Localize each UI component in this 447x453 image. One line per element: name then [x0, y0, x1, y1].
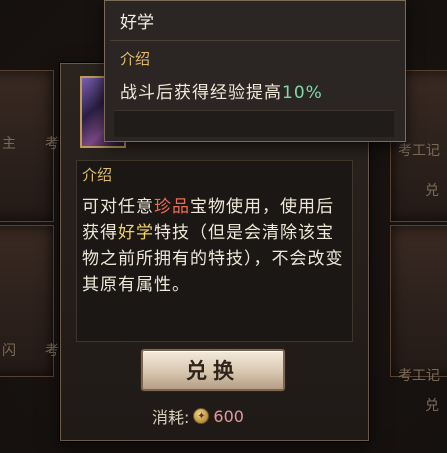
cost-row: 消耗: ✦ 600	[152, 404, 244, 428]
rarity-highlight: 珍品	[154, 197, 190, 217]
tooltip-title: 好学	[120, 13, 154, 33]
currency-coin-icon: ✦	[193, 408, 210, 424]
tooltip-text: 战斗后获得经验提高10%	[120, 83, 323, 103]
tooltip-header: 介绍	[120, 50, 151, 68]
slot-label: 兑	[425, 398, 439, 414]
cost-label: 消耗:	[152, 408, 190, 427]
skill-highlight: 好学	[118, 223, 154, 243]
slot-label: 考工记	[398, 143, 440, 159]
slot-label: 主	[2, 136, 16, 152]
cost-value: 600	[213, 406, 244, 426]
tooltip-percent: 10%	[282, 83, 323, 103]
tooltip-divider	[110, 40, 400, 41]
description-header: 介绍	[82, 166, 113, 184]
slot-label: 兑	[425, 183, 439, 199]
tooltip-footer	[114, 110, 394, 137]
slot-label: 考	[45, 343, 59, 359]
slot-label: 考	[45, 136, 59, 152]
slot-label: 考工记	[398, 368, 440, 384]
description-text: 可对任意珍品宝物使用，使用后获得好学特技（但是会清除该宝物之前所拥有的特技），不…	[82, 197, 344, 295]
slot-label: 闪	[2, 343, 16, 359]
redeem-button[interactable]: 兑换	[141, 349, 285, 391]
inventory-slot[interactable]	[390, 225, 447, 377]
